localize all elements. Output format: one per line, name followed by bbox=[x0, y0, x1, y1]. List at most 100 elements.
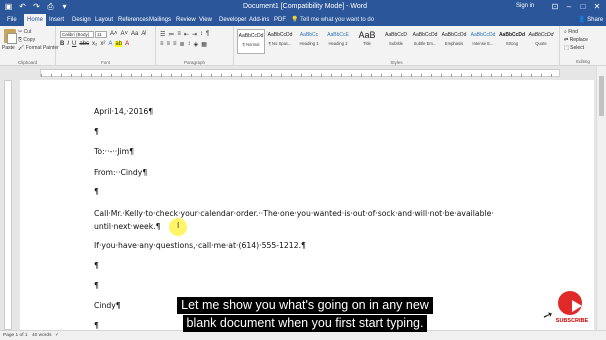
copy-label: Copy bbox=[23, 37, 36, 43]
tab-view[interactable]: View bbox=[196, 14, 215, 26]
style-subtitle[interactable]: AaBbCcD Subtitle bbox=[382, 29, 410, 54]
paste-button[interactable]: Paste bbox=[2, 45, 15, 51]
decrease-indent-icon[interactable]: ⇤ bbox=[184, 31, 189, 38]
page-count[interactable]: Page 1 of 1 bbox=[3, 331, 28, 340]
ribbon-options-icon[interactable]: ⊡ bbox=[548, 0, 562, 13]
ruler-tick bbox=[131, 74, 132, 77]
tell-me-box[interactable]: 💡 Tell me what you want to do bbox=[291, 14, 374, 26]
doc-line-body-cont[interactable]: until·next·week.¶ bbox=[94, 222, 160, 231]
print-icon[interactable]: ⎙ bbox=[46, 1, 55, 12]
shading-icon[interactable]: ◈ bbox=[194, 41, 199, 48]
superscript-icon[interactable]: x² bbox=[100, 41, 105, 47]
ruler-tick bbox=[251, 74, 252, 77]
doc-line-empty[interactable]: ¶ bbox=[94, 187, 99, 196]
scrollbar-thumb[interactable] bbox=[599, 76, 604, 116]
doc-line-empty[interactable]: ¶ bbox=[94, 261, 99, 270]
replace-button[interactable]: ⇄ Replace bbox=[564, 37, 588, 43]
doc-line-signature[interactable]: Cindy¶ bbox=[94, 301, 121, 310]
italic-icon[interactable]: I bbox=[67, 41, 69, 47]
align-left-icon[interactable]: ≡ bbox=[160, 41, 164, 48]
bold-icon[interactable]: B bbox=[60, 41, 64, 47]
vertical-ruler[interactable] bbox=[4, 80, 12, 330]
cut-button[interactable]: ✂ Cut bbox=[18, 29, 31, 35]
vertical-scrollbar[interactable] bbox=[596, 66, 606, 330]
doc-line-empty[interactable]: ¶ bbox=[94, 281, 99, 290]
doc-line-empty[interactable]: ¶ bbox=[94, 321, 99, 330]
sort-icon[interactable]: ↕ bbox=[200, 31, 203, 38]
customize-icon[interactable]: ▾ bbox=[60, 1, 69, 12]
find-button[interactable]: ⌕ Find bbox=[564, 29, 578, 35]
change-case-icon[interactable]: Aa bbox=[131, 31, 138, 37]
strikethrough-icon[interactable]: abc bbox=[79, 41, 89, 47]
select-button[interactable]: ⬚ Select bbox=[564, 45, 584, 51]
tab-mailings[interactable]: Mailings bbox=[146, 14, 174, 26]
document-page[interactable]: April·14,·2016¶ ¶ To:··-··Jim¶ From:··Ci… bbox=[20, 80, 594, 332]
tab-home[interactable]: Home bbox=[24, 14, 47, 26]
bullets-icon[interactable]: ☰ bbox=[160, 31, 165, 38]
style-emphasis[interactable]: AaBbCcDd Emphasis bbox=[440, 29, 468, 54]
save-icon[interactable]: ▣ bbox=[4, 1, 13, 12]
share-button[interactable]: 👤 Share bbox=[578, 14, 603, 26]
style-quote[interactable]: AaBbCcDd Quote bbox=[527, 29, 555, 54]
subscript-icon[interactable]: x₂ bbox=[92, 41, 97, 47]
tab-layout[interactable]: Layout bbox=[92, 14, 116, 26]
doc-line-from[interactable]: From:··Cindy¶ bbox=[94, 168, 147, 177]
increase-indent-icon[interactable]: ⇥ bbox=[192, 31, 197, 38]
proofing-icon[interactable]: ✓ bbox=[55, 331, 59, 340]
style-name: Intense E... bbox=[472, 41, 494, 46]
grow-font-icon[interactable]: A˄ bbox=[110, 31, 118, 37]
minimize-icon[interactable]: – bbox=[562, 0, 576, 13]
multilevel-icon[interactable]: ≡ bbox=[177, 31, 181, 38]
line-spacing-icon[interactable]: ↕ bbox=[188, 41, 191, 48]
tab-add-ins[interactable]: Add-ins bbox=[246, 14, 272, 26]
pilcrow-icon[interactable]: ¶ bbox=[206, 31, 209, 38]
maximize-icon[interactable]: □ bbox=[576, 0, 590, 13]
font-name-box[interactable]: Calibri (Body) bbox=[60, 31, 94, 38]
horizontal-ruler[interactable] bbox=[40, 69, 560, 77]
highlight-icon[interactable]: ab bbox=[115, 41, 123, 47]
undo-icon[interactable]: ↶ bbox=[18, 1, 27, 12]
style-title[interactable]: AaB Title bbox=[353, 29, 381, 54]
borders-icon[interactable]: ▦ bbox=[201, 41, 207, 48]
shrink-font-icon[interactable]: A˅ bbox=[121, 31, 129, 37]
style-normal[interactable]: AaBbCcDd ¶ Normal bbox=[237, 29, 265, 54]
tab-design[interactable]: Design bbox=[69, 14, 94, 26]
tab-pdf[interactable]: PDF bbox=[271, 14, 289, 26]
copy-button[interactable]: ⎘ Copy bbox=[18, 37, 35, 43]
text-effects-icon[interactable]: A bbox=[108, 41, 112, 47]
doc-line-date[interactable]: April·14,·2016¶ bbox=[94, 107, 153, 116]
align-right-icon[interactable]: ≡ bbox=[173, 41, 177, 48]
paste-icon[interactable] bbox=[4, 29, 17, 44]
subscribe-badge[interactable]: SUBSCRIBE bbox=[552, 289, 592, 329]
style-strong[interactable]: AaBbCcDd Strong bbox=[498, 29, 526, 54]
tab-file[interactable]: File bbox=[4, 14, 20, 26]
style-heading-1[interactable]: AaBbCc Heading 1 bbox=[295, 29, 323, 54]
underline-icon[interactable]: U bbox=[72, 41, 76, 47]
format-painter-button[interactable]: 🖌 Format Painter bbox=[18, 45, 59, 51]
style-subtle-emphasis[interactable]: AaBbCcDd Subtle Em... bbox=[411, 29, 439, 54]
font-size-box[interactable]: 11 bbox=[95, 31, 107, 38]
editing-group-label: Editing bbox=[576, 59, 590, 64]
tab-developer[interactable]: Developer bbox=[216, 14, 249, 26]
redo-icon[interactable]: ↷ bbox=[32, 1, 41, 12]
tab-insert[interactable]: Insert bbox=[46, 14, 67, 26]
sign-in-link[interactable]: Sign in bbox=[516, 1, 534, 12]
style-heading-2[interactable]: AaBbCcE Heading 2 bbox=[324, 29, 352, 54]
word-count[interactable]: 40 words bbox=[32, 331, 51, 340]
style-intense-emphasis[interactable]: AaBbCcDd Intense E... bbox=[469, 29, 497, 54]
tab-review[interactable]: Review bbox=[173, 14, 199, 26]
justify-icon[interactable]: ≣ bbox=[180, 41, 185, 48]
clear-format-icon[interactable]: A̸ bbox=[141, 31, 145, 37]
doc-line-empty[interactable]: ¶ bbox=[94, 127, 99, 136]
font-color-icon[interactable]: A bbox=[125, 41, 129, 47]
ruler-tick bbox=[481, 74, 482, 77]
numbering-icon[interactable]: ≔ bbox=[168, 31, 174, 38]
align-center-icon[interactable]: ≡ bbox=[167, 41, 171, 48]
doc-line-questions[interactable]: If·you·have·any·questions,·call·me·at·(6… bbox=[94, 241, 306, 250]
copy-icon: ⎘ bbox=[18, 37, 23, 43]
doc-line-to[interactable]: To:··-··Jim¶ bbox=[94, 147, 134, 156]
close-icon[interactable]: ✕ bbox=[590, 0, 604, 13]
doc-line-body[interactable]: Call·Mr.·Kelly·to·check·your·calendar·or… bbox=[94, 209, 494, 218]
style-no-spacing[interactable]: AaBbCcDd ¶ No Spac... bbox=[266, 29, 294, 54]
ruler-tick bbox=[351, 74, 352, 77]
